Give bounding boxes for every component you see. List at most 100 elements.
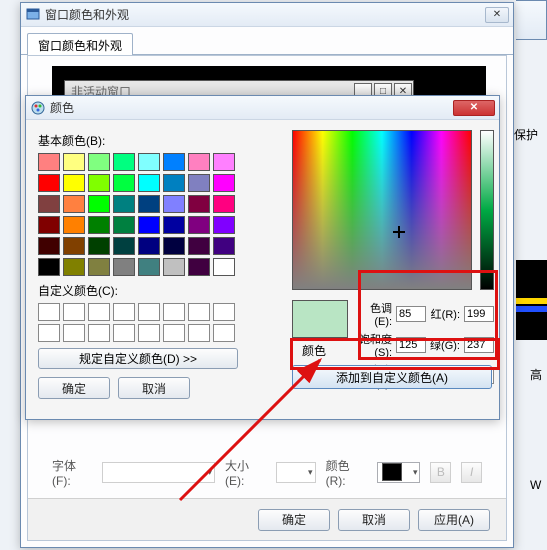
parent-close-button[interactable]: ✕	[485, 7, 509, 23]
basic-color-swatch[interactable]	[63, 237, 85, 255]
basic-color-swatch[interactable]	[88, 216, 110, 234]
red-label: 红(R):	[430, 306, 460, 322]
add-custom-color-button[interactable]: 添加到自定义颜色(A)	[292, 365, 492, 389]
font-row: 字体(F): ▾ 大小(E): ▾ 颜色(R): ▾ B I	[52, 458, 482, 486]
font-dropdown[interactable]: ▾	[102, 462, 215, 483]
hue-label: 色调(E):	[358, 300, 392, 328]
basic-color-swatch[interactable]	[38, 153, 60, 171]
basic-color-swatch[interactable]	[188, 237, 210, 255]
basic-color-swatch[interactable]	[63, 258, 85, 276]
basic-color-swatch[interactable]	[138, 174, 160, 192]
parent-ok-button[interactable]: 确定	[258, 509, 330, 531]
custom-color-slot[interactable]	[63, 324, 85, 342]
basic-color-swatch[interactable]	[88, 258, 110, 276]
basic-color-swatch[interactable]	[38, 174, 60, 192]
color-ok-button[interactable]: 确定	[38, 377, 110, 399]
italic-button[interactable]: I	[461, 462, 482, 483]
color-dropdown[interactable]: ▾	[377, 462, 421, 483]
custom-color-slot[interactable]	[38, 324, 60, 342]
basic-color-swatch[interactable]	[213, 258, 235, 276]
basic-color-swatch[interactable]	[163, 153, 185, 171]
size-label: 大小(E):	[225, 457, 266, 488]
tab-main[interactable]: 窗口颜色和外观	[27, 33, 133, 56]
basic-color-swatch[interactable]	[88, 153, 110, 171]
parent-action-bar: 确定 取消 应用(A)	[28, 498, 506, 540]
basic-color-swatch[interactable]	[138, 258, 160, 276]
basic-color-swatch[interactable]	[113, 237, 135, 255]
basic-color-swatch[interactable]	[138, 195, 160, 213]
basic-color-swatch[interactable]	[163, 174, 185, 192]
color-gradient[interactable]	[292, 130, 472, 290]
basic-color-swatch[interactable]	[38, 258, 60, 276]
custom-color-slot[interactable]	[38, 303, 60, 321]
basic-color-swatch[interactable]	[113, 216, 135, 234]
custom-color-slot[interactable]	[88, 324, 110, 342]
parent-apply-button[interactable]: 应用(A)	[418, 509, 490, 531]
custom-color-slot[interactable]	[63, 303, 85, 321]
basic-color-swatch[interactable]	[163, 216, 185, 234]
basic-color-swatch[interactable]	[138, 216, 160, 234]
parent-titlebar[interactable]: 窗口颜色和外观 ✕	[21, 3, 513, 27]
custom-color-slot[interactable]	[213, 324, 235, 342]
basic-color-swatch[interactable]	[113, 258, 135, 276]
basic-color-swatch[interactable]	[38, 195, 60, 213]
green-input[interactable]	[464, 337, 494, 353]
basic-color-swatch[interactable]	[163, 237, 185, 255]
hue-input[interactable]	[396, 306, 426, 322]
custom-color-slot[interactable]	[163, 303, 185, 321]
color-label: 颜色(R):	[326, 457, 367, 488]
color-title: 颜色	[50, 99, 453, 116]
basic-color-swatch[interactable]	[113, 195, 135, 213]
basic-color-swatch[interactable]	[213, 216, 235, 234]
basic-color-swatch[interactable]	[138, 153, 160, 171]
basic-color-swatch[interactable]	[188, 153, 210, 171]
parent-cancel-button[interactable]: 取消	[338, 509, 410, 531]
custom-color-slot[interactable]	[138, 303, 160, 321]
basic-color-swatch[interactable]	[213, 174, 235, 192]
basic-color-swatch[interactable]	[188, 216, 210, 234]
tab-strip: 窗口颜色和外观	[21, 27, 513, 55]
bold-button[interactable]: B	[430, 462, 451, 483]
basic-color-swatch[interactable]	[163, 195, 185, 213]
custom-color-slot[interactable]	[213, 303, 235, 321]
palette-icon	[30, 100, 46, 116]
basic-color-swatch[interactable]	[213, 195, 235, 213]
chevron-down-icon: ▾	[208, 467, 213, 478]
basic-color-swatch[interactable]	[88, 237, 110, 255]
custom-color-slot[interactable]	[113, 303, 135, 321]
luminance-slider[interactable]	[480, 130, 494, 290]
basic-color-swatch[interactable]	[63, 195, 85, 213]
basic-color-swatch[interactable]	[163, 258, 185, 276]
green-label: 绿(G):	[430, 337, 460, 353]
basic-color-swatch[interactable]	[213, 153, 235, 171]
custom-color-slot[interactable]	[188, 324, 210, 342]
basic-color-swatch[interactable]	[113, 174, 135, 192]
custom-color-slot[interactable]	[163, 324, 185, 342]
basic-color-swatch[interactable]	[188, 174, 210, 192]
custom-color-slot[interactable]	[138, 324, 160, 342]
basic-color-swatch[interactable]	[63, 174, 85, 192]
color-titlebar[interactable]: 颜色 ✕	[26, 96, 499, 120]
red-input[interactable]	[464, 306, 494, 322]
color-cancel-button[interactable]: 取消	[118, 377, 190, 399]
basic-color-swatch[interactable]	[188, 195, 210, 213]
basic-color-swatch[interactable]	[138, 237, 160, 255]
basic-color-swatch[interactable]	[88, 174, 110, 192]
basic-color-swatch[interactable]	[63, 216, 85, 234]
basic-color-swatch[interactable]	[38, 216, 60, 234]
basic-color-swatch[interactable]	[213, 237, 235, 255]
color-close-button[interactable]: ✕	[453, 100, 495, 116]
basic-color-swatch[interactable]	[88, 195, 110, 213]
basic-color-swatch[interactable]	[38, 237, 60, 255]
crosshair-icon	[393, 226, 405, 238]
basic-color-swatch[interactable]	[113, 153, 135, 171]
basic-color-swatch[interactable]	[63, 153, 85, 171]
size-dropdown[interactable]: ▾	[276, 462, 316, 483]
custom-color-slot[interactable]	[113, 324, 135, 342]
sat-input[interactable]	[396, 337, 426, 353]
define-custom-button[interactable]: 规定自定义颜色(D) >>	[38, 348, 238, 369]
basic-color-swatch[interactable]	[188, 258, 210, 276]
custom-color-slot[interactable]	[88, 303, 110, 321]
custom-color-slot[interactable]	[188, 303, 210, 321]
sat-label: 饱和度(S):	[358, 331, 392, 359]
